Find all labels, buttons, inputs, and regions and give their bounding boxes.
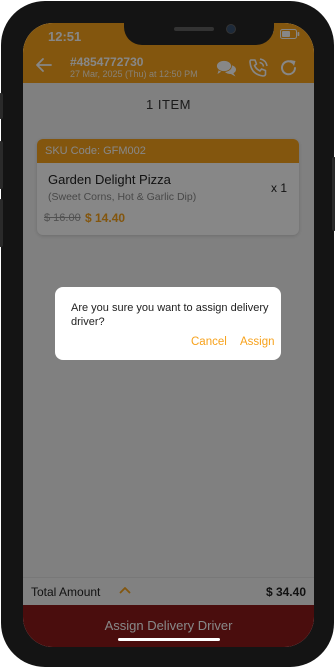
dialog-message: Are you sure you want to assign delivery… bbox=[71, 302, 269, 328]
confirm-dialog: Are you sure you want to assign delivery… bbox=[55, 287, 281, 360]
home-indicator bbox=[118, 638, 220, 641]
cancel-button[interactable]: Cancel bbox=[191, 336, 227, 348]
assign-button[interactable]: Assign bbox=[240, 336, 275, 348]
volume-up-button bbox=[0, 141, 3, 189]
screen: 12:51 #4854772730 27 Mar, 2025 (Thu) at … bbox=[23, 23, 314, 647]
notch bbox=[124, 23, 274, 45]
volume-down-button bbox=[0, 199, 3, 247]
mute-switch bbox=[0, 93, 3, 119]
phone-frame: 12:51 #4854772730 27 Mar, 2025 (Thu) at … bbox=[0, 1, 335, 667]
camera-icon bbox=[226, 24, 236, 34]
